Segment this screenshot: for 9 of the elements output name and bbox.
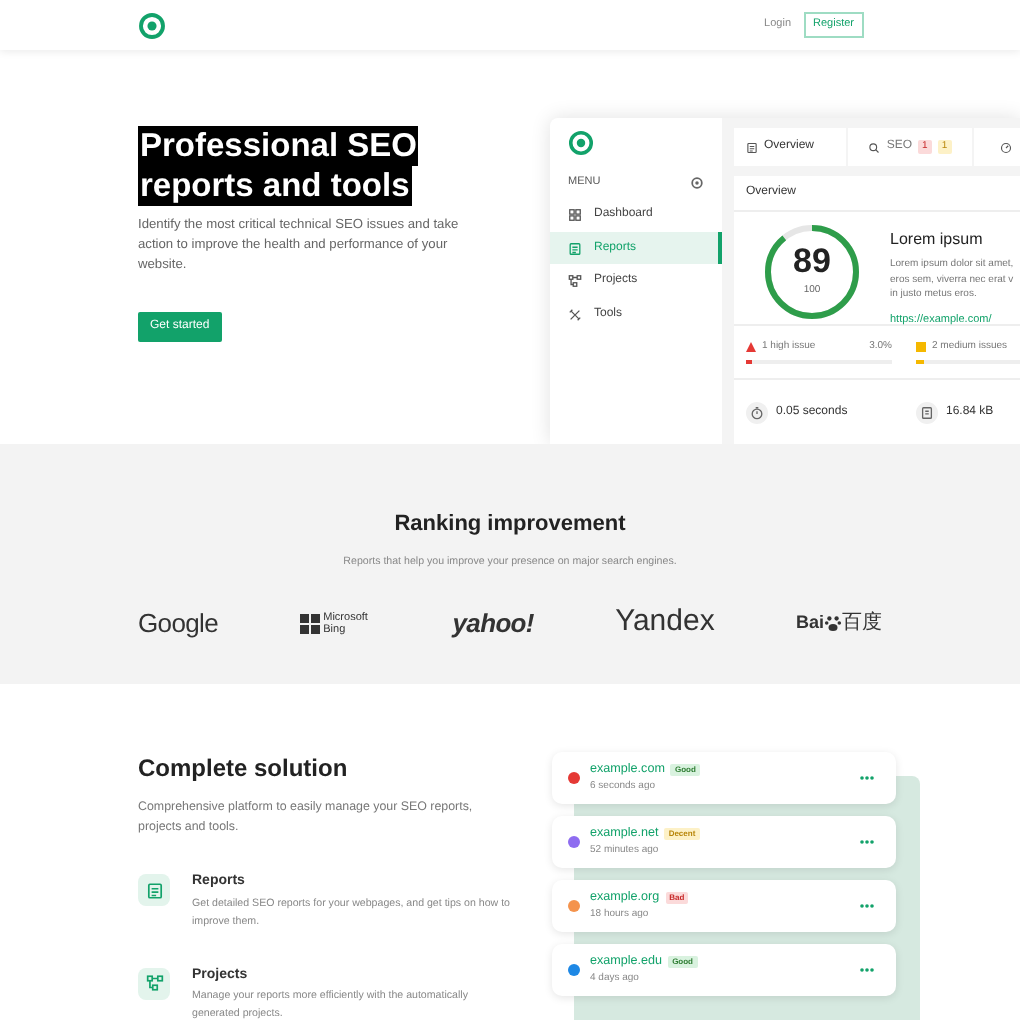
section-title: Ranking improvement	[394, 510, 626, 540]
search-engine-logo: Bai	[795, 609, 824, 636]
search-engine-logo: Yandex	[615, 602, 715, 643]
site-title: Lorem ipsum	[890, 228, 985, 252]
search-engine-logo-cjk: 百度	[842, 609, 882, 639]
section-title: Complete solution	[138, 752, 350, 786]
search-engine-logo: yahoo!	[452, 605, 534, 642]
score-value: 89	[793, 244, 831, 279]
search-engine-logo: Google	[138, 605, 218, 642]
